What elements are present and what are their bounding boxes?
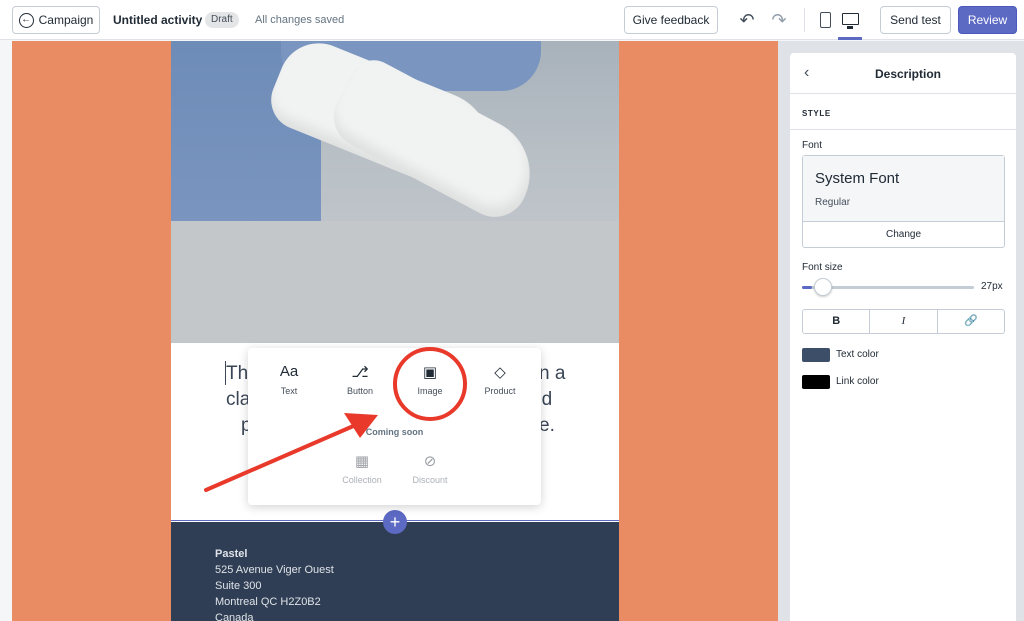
add-text-block[interactable]: Aa Text xyxy=(259,363,319,403)
hero-image[interactable] xyxy=(171,41,619,343)
activity-title: Untitled activity xyxy=(113,13,203,27)
link-icon[interactable]: 🔗 xyxy=(938,310,1004,333)
section-heading: STYLE xyxy=(802,109,831,118)
save-status: All changes saved xyxy=(255,14,345,26)
font-size-label: Font size xyxy=(802,262,843,273)
mobile-preview-icon[interactable] xyxy=(820,12,831,28)
font-size-value: 27px xyxy=(981,281,1003,292)
desktop-preview-icon[interactable] xyxy=(842,13,859,29)
tag-icon: ◇ xyxy=(494,364,506,381)
footer-line: Canada xyxy=(215,612,254,621)
link-color-swatch[interactable] xyxy=(802,375,830,389)
text-color-swatch[interactable] xyxy=(802,348,830,362)
font-name: System Font xyxy=(815,170,900,187)
footer-line: Suite 300 xyxy=(215,580,262,592)
slider-handle[interactable] xyxy=(814,278,832,296)
review-button[interactable]: Review xyxy=(958,6,1017,34)
top-bar: ← Campaign Untitled activity Draft All c… xyxy=(0,0,1024,40)
send-test-button[interactable]: Send test xyxy=(880,6,951,34)
email-footer[interactable]: Pastel 525 Avenue Viger Ouest Suite 300 … xyxy=(171,522,619,621)
give-feedback-button[interactable]: Give feedback xyxy=(624,6,718,34)
text-icon: Aa xyxy=(279,363,299,380)
slider-fill xyxy=(802,286,813,289)
add-product-block[interactable]: ◇ Product xyxy=(470,363,530,403)
format-buttons: B I 🔗 xyxy=(802,309,1005,334)
body-text-line: n a xyxy=(539,363,566,384)
font-picker: System Font Regular Change xyxy=(802,155,1005,248)
divider xyxy=(804,8,805,32)
add-discount-block: ⊘ Discount xyxy=(400,452,460,492)
change-font-button[interactable]: Change xyxy=(803,222,1004,247)
footer-line: Pastel xyxy=(215,548,248,560)
text-color-label: Text color xyxy=(836,349,879,360)
undo-icon[interactable]: ↶ xyxy=(737,9,757,31)
font-label: Font xyxy=(802,140,823,151)
button-icon: ⎇ xyxy=(351,364,369,381)
item-label: Discount xyxy=(412,475,448,485)
divider xyxy=(790,129,1016,130)
panel-title: Description xyxy=(874,67,941,81)
back-label: Campaign xyxy=(38,13,94,27)
item-label: Button xyxy=(346,386,374,396)
font-preview: System Font Regular xyxy=(803,156,1004,222)
image-floor xyxy=(171,221,619,343)
bold-button[interactable]: B xyxy=(803,310,871,333)
active-view-indicator xyxy=(838,37,862,40)
item-label: Product xyxy=(484,386,516,396)
add-button-block[interactable]: ⎇ Button xyxy=(330,363,390,403)
body-text-line: Th xyxy=(226,363,249,384)
discount-icon: ⊘ xyxy=(423,453,437,470)
arrow-left-icon: ← xyxy=(18,12,34,28)
font-variant: Regular xyxy=(815,197,851,208)
item-label: Text xyxy=(280,386,298,396)
link-color-label: Link color xyxy=(836,376,879,387)
italic-button[interactable]: I xyxy=(870,310,938,333)
annotation-arrow xyxy=(204,413,378,492)
footer-line: Montreal QC H2Z0B2 xyxy=(215,596,321,608)
redo-icon[interactable]: ↷ xyxy=(769,9,789,31)
add-section-button[interactable]: + xyxy=(383,510,407,534)
back-to-campaign-button[interactable]: ← Campaign xyxy=(12,6,100,34)
status-badge: Draft xyxy=(205,12,239,28)
annotation-circle xyxy=(393,347,467,421)
body-text-line: e. xyxy=(539,415,555,436)
footer-line: 525 Avenue Viger Ouest xyxy=(215,564,334,576)
panel-header: ‹ Description xyxy=(790,53,1016,94)
settings-panel: ‹ Description STYLE Font System Font Reg… xyxy=(790,53,1016,621)
